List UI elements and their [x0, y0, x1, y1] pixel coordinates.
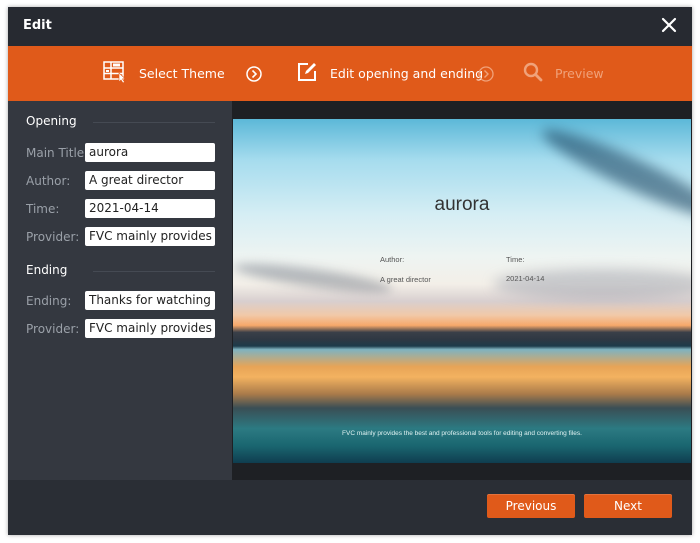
opening-provider-input[interactable]: FVC mainly provides the best and profess… [85, 227, 215, 246]
main-title-label: Main Title: [26, 146, 89, 160]
title-bar: Edit [8, 7, 692, 46]
previous-button[interactable]: Previous [487, 494, 575, 518]
chevron-right-icon [246, 66, 262, 82]
opening-provider-label: Provider: [26, 230, 80, 244]
preview-area: aurora Author: Time: A great director 20… [232, 101, 692, 480]
step-label: Select Theme [139, 66, 225, 81]
step-label: Edit opening and ending [330, 66, 484, 81]
ending-provider-label: Provider: [26, 322, 80, 336]
step-label: Preview [555, 66, 604, 81]
preview-time-label: Time: [506, 255, 525, 264]
preview-author-value: A great director [380, 275, 431, 284]
ending-provider-input[interactable]: FVC mainly provides the best and profess… [85, 319, 215, 338]
edit-dialog: Edit Select Theme Edit opening and endin… [8, 7, 692, 535]
bottom-bar: Previous Next [8, 480, 692, 535]
search-icon [523, 62, 543, 85]
ending-input[interactable]: Thanks for watching [85, 291, 215, 310]
settings-panel: Opening Main Title: aurora Author: A gre… [8, 101, 232, 480]
preview-footer-text: FVC mainly provides the best and profess… [342, 430, 582, 437]
time-label: Time: [26, 202, 60, 216]
time-input[interactable]: 2021-04-14 [85, 199, 215, 218]
window-title: Edit [23, 18, 52, 33]
ending-label: Ending: [26, 294, 72, 308]
author-label: Author: [26, 174, 71, 188]
preview-image: aurora Author: Time: A great director 20… [233, 119, 691, 463]
preview-title: aurora [434, 194, 490, 215]
edit-icon [296, 61, 318, 86]
step-select-theme[interactable]: Select Theme [103, 46, 225, 101]
chevron-right-icon [478, 66, 494, 82]
step-edit-opening-ending[interactable]: Edit opening and ending [296, 46, 483, 101]
close-icon[interactable] [660, 16, 678, 34]
ending-heading: Ending [26, 263, 68, 277]
opening-heading: Opening [26, 114, 77, 128]
main-title-input[interactable]: aurora [85, 143, 215, 162]
preview-author-label: Author: [380, 255, 405, 264]
next-button[interactable]: Next [584, 494, 672, 518]
step-preview[interactable]: Preview [523, 46, 604, 101]
author-input[interactable]: A great director [85, 171, 215, 190]
preview-time-value: 2021-04-14 [506, 274, 545, 283]
step-bar: Select Theme Edit opening and ending Pre… [8, 46, 692, 101]
divider [93, 122, 215, 123]
cloud-decoration [233, 257, 394, 299]
divider [93, 271, 215, 272]
select-theme-icon [103, 61, 127, 86]
